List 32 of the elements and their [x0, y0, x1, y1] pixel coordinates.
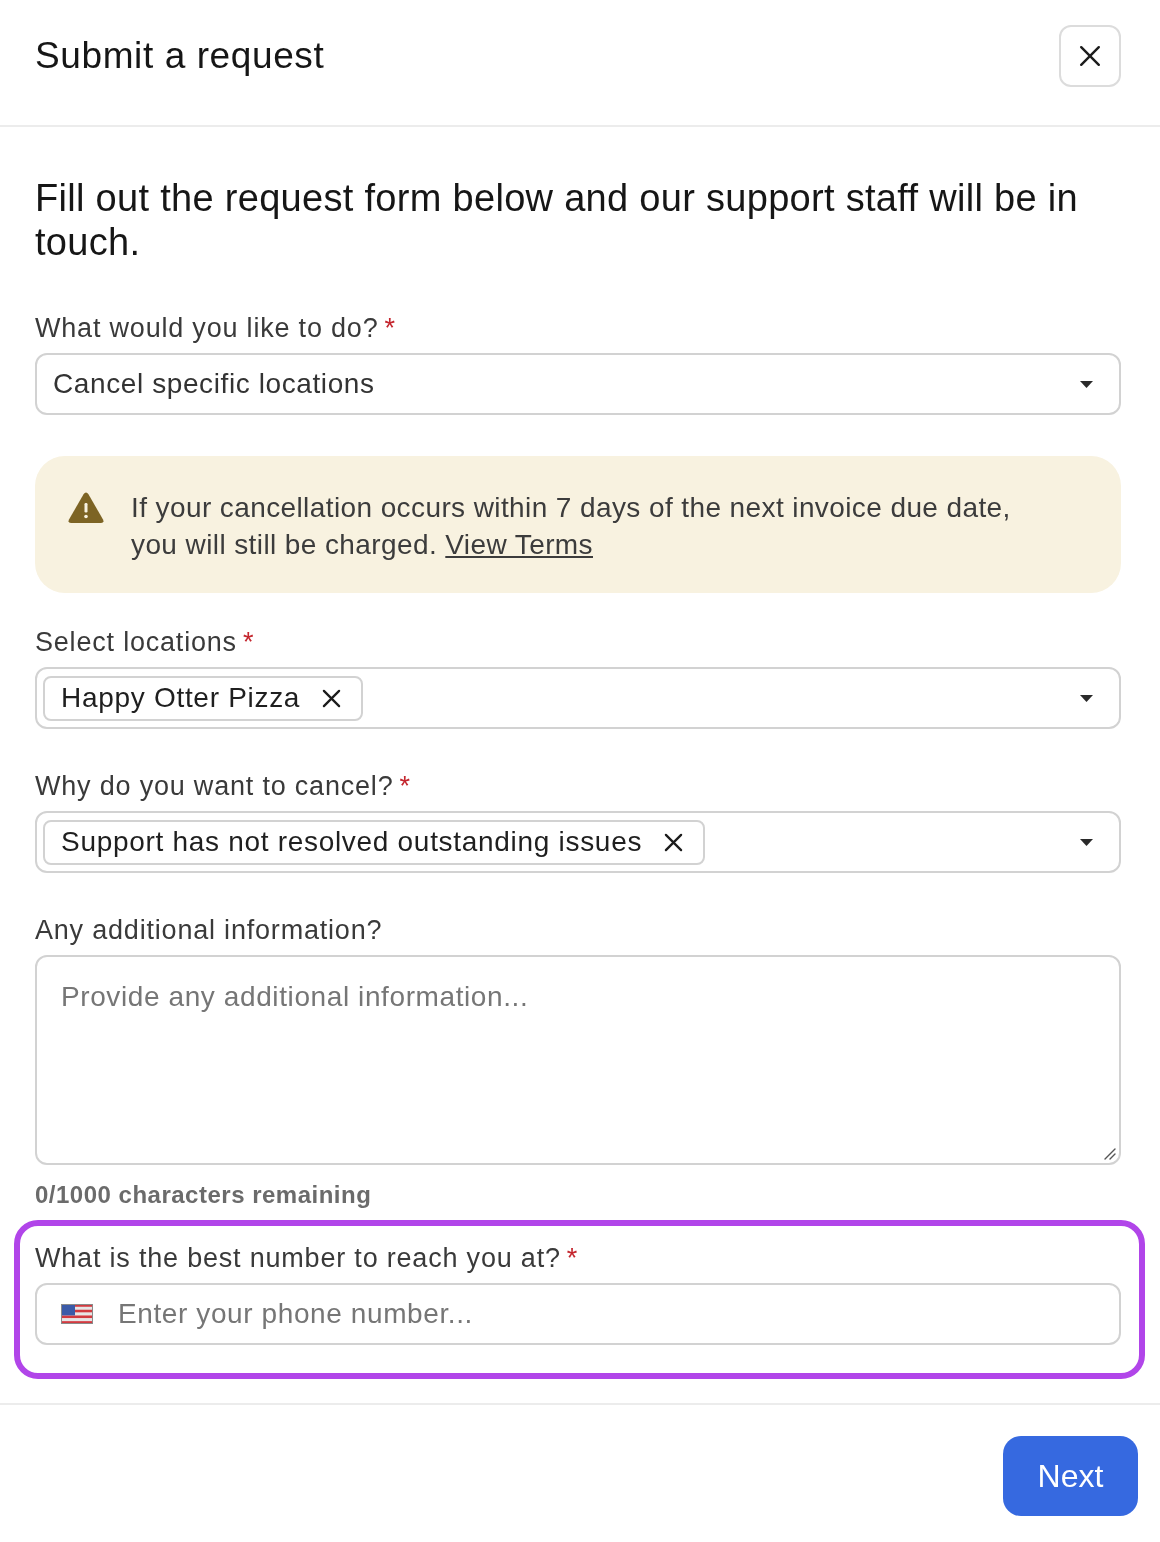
dropdown-field[interactable]: Cancel specific locations [35, 353, 1121, 415]
notice-text: If your cancellation occurs within 7 days of the next invoice due date, you will still be charged. View Terms [131, 491, 1012, 562]
field-label: Why do you want to cancel? [35, 770, 394, 802]
warning-icon [68, 492, 104, 524]
close-icon[interactable] [322, 688, 342, 708]
field-label: What would you like to do? [35, 312, 379, 344]
required-mark: * [242, 626, 254, 658]
multi-select-field[interactable]: Support has not resolved outstanding issues [35, 811, 1121, 873]
phone-number-field[interactable]: Enter your phone number... [35, 1283, 1121, 1345]
dialog-title: Submit a request [35, 34, 325, 78]
selected-chip[interactable]: Happy Otter Pizza [43, 675, 364, 721]
field-label: What is the best number to reach you at? [35, 1242, 561, 1274]
close-icon[interactable] [664, 832, 684, 852]
additional-info-field[interactable]: Provide any additional information... [35, 955, 1121, 1165]
close-icon [1079, 45, 1101, 67]
next-button[interactable]: Next [1003, 1436, 1138, 1516]
caret-icon [1080, 838, 1093, 846]
field-label: Any additional information? [35, 914, 383, 946]
resize-handle-icon[interactable] [1104, 1148, 1116, 1160]
multi-select-field[interactable]: Happy Otter Pizza [35, 667, 1121, 729]
character-counter: 0/1000 characters remaining [35, 1180, 373, 1210]
field-label: Select locations [35, 626, 237, 658]
caret-icon [1080, 694, 1093, 702]
required-mark: * [566, 1242, 578, 1274]
caret-icon [1080, 380, 1093, 388]
required-mark: * [399, 770, 410, 802]
close-button[interactable] [1059, 25, 1121, 87]
intro-text: Fill out the request form below and our support staff will be in touch. [35, 176, 1079, 264]
view-terms-link[interactable]: View Terms [445, 529, 593, 560]
flag-icon [61, 1304, 93, 1324]
selected-chip[interactable]: Support has not resolved outstanding issues [43, 819, 706, 865]
required-mark: * [384, 312, 395, 344]
